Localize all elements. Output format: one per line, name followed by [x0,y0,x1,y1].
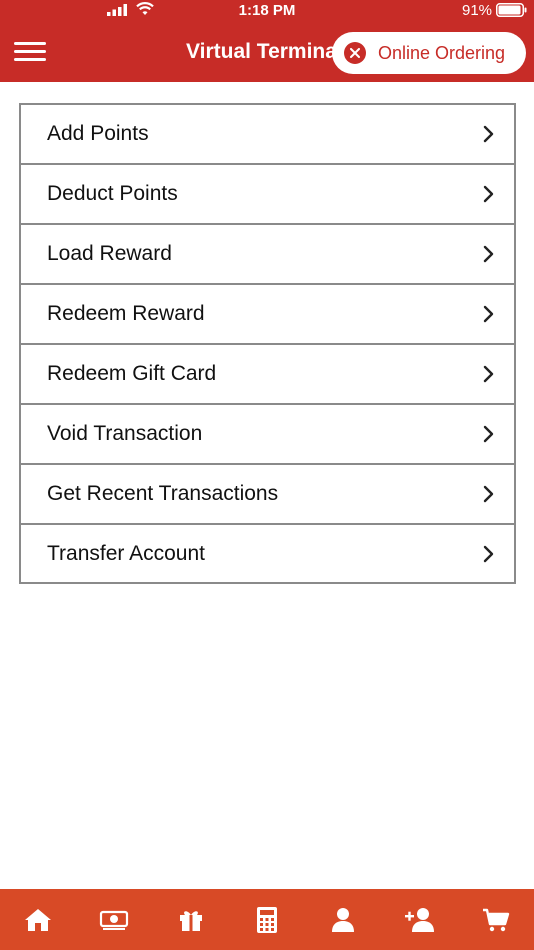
close-circle-icon [344,42,366,64]
page-title: Virtual Terminal [186,40,336,63]
battery-icon [496,3,527,17]
menu-item-load-reward[interactable]: Load Reward [21,225,514,285]
add-user-icon [404,907,434,932]
menu-item-label: Void Transaction [47,422,203,445]
menu-item-label: Redeem Reward [47,302,205,325]
bottom-tab-bar [0,889,534,950]
home-icon [25,908,52,931]
menu-item-redeem-reward[interactable]: Redeem Reward [21,285,514,345]
chevron-right-icon [483,545,494,562]
chevron-right-icon [483,305,494,323]
menu-item-get-recent-transactions[interactable]: Get Recent Transactions [21,465,514,525]
tab-calculator[interactable] [247,900,287,940]
battery-percent: 91% [462,2,493,19]
user-icon [332,907,355,932]
tab-money[interactable] [94,900,134,940]
hamburger-menu-icon[interactable] [14,40,46,64]
menu-item-label: Deduct Points [47,182,178,205]
gift-icon [179,910,202,931]
tab-add-user[interactable] [400,900,440,940]
menu-item-transfer-account[interactable]: Transfer Account [21,525,514,582]
money-icon [100,910,129,930]
tab-user[interactable] [323,900,363,940]
status-bar: 1:18 PM 91% [0,0,534,22]
menu-item-void-transaction[interactable]: Void Transaction [21,405,514,465]
menu-item-label: Redeem Gift Card [47,362,217,385]
menu-item-label: Transfer Account [47,541,205,565]
chevron-right-icon [483,485,494,503]
chevron-right-icon [483,125,494,143]
menu-item-label: Add Points [47,122,149,145]
menu-item-label: Get Recent Transactions [47,482,279,505]
tab-gift[interactable] [171,900,211,940]
menu-item-add-points[interactable]: Add Points [21,105,514,165]
online-ordering-button[interactable]: Online Ordering [332,32,526,74]
status-time: 1:18 PM [238,2,296,19]
chevron-right-icon [483,425,494,443]
online-ordering-label: Online Ordering [378,42,506,63]
calculator-icon [256,906,277,933]
tab-home[interactable] [18,900,58,940]
app-header: 1:18 PM 91% Virtual Terminal Online Orde… [0,0,534,82]
menu-item-deduct-points[interactable]: Deduct Points [21,165,514,225]
cart-icon [482,908,510,931]
chevron-right-icon [483,365,494,383]
chevron-right-icon [483,245,494,263]
menu-item-label: Load Reward [47,242,172,265]
terminal-actions-list: Add Points Deduct Points Load Reward Red… [19,103,516,584]
menu-item-redeem-gift-card[interactable]: Redeem Gift Card [21,345,514,405]
chevron-right-icon [483,185,494,203]
tab-cart[interactable] [476,900,516,940]
